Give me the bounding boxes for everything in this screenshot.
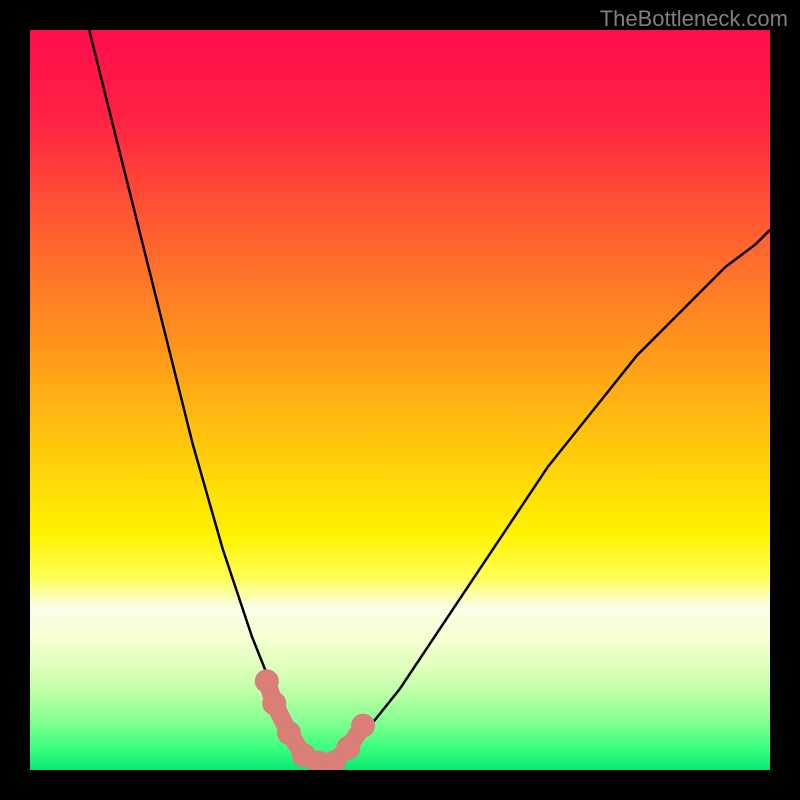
highlight-dot (351, 714, 375, 738)
right-curve (341, 230, 770, 755)
highlight-dot (255, 669, 279, 693)
plot-area (30, 30, 770, 770)
highlight-dot (277, 721, 301, 745)
highlight-dot (262, 691, 286, 715)
chart-svg (30, 30, 770, 770)
attribution-text: TheBottleneck.com (600, 6, 788, 32)
highlight-dot (336, 736, 360, 760)
left-curve (89, 30, 311, 755)
